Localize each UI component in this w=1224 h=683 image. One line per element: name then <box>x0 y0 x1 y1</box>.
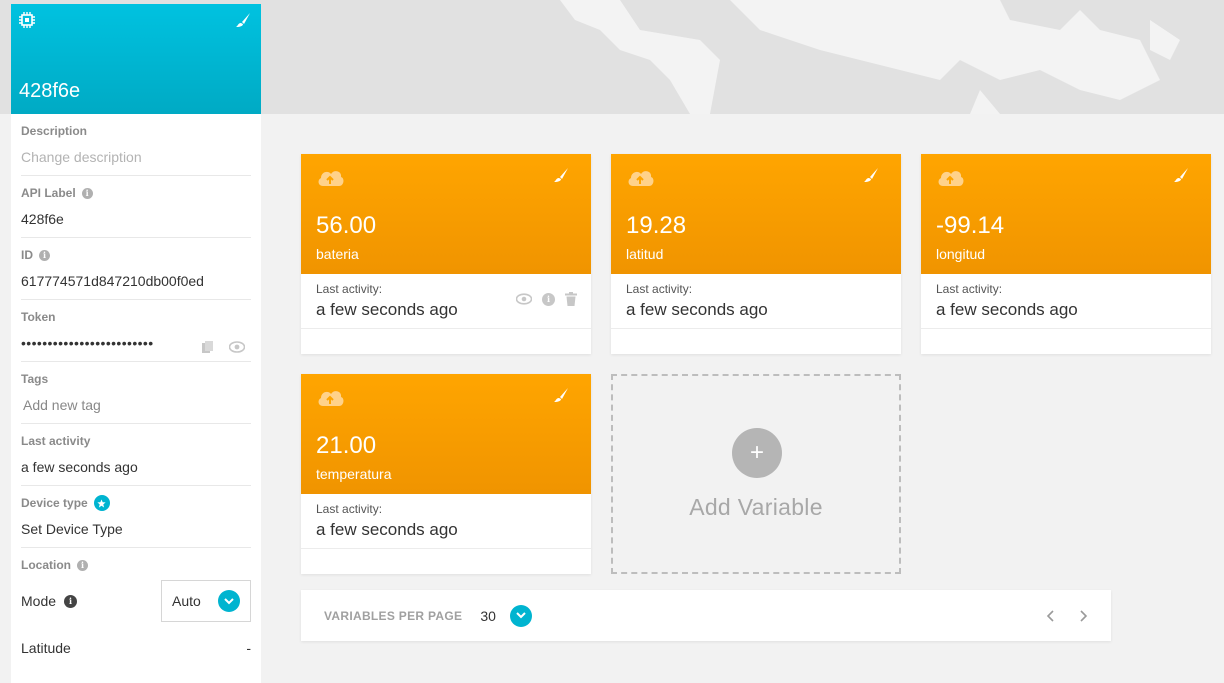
info-icon[interactable]: i <box>64 594 78 608</box>
eye-icon[interactable] <box>516 293 532 305</box>
brush-icon[interactable] <box>235 12 251 28</box>
cloud-upload-icon <box>318 171 344 186</box>
add-variable-button[interactable]: + Add Variable <box>611 374 901 574</box>
last-activity-label: Last activity: <box>936 282 1003 296</box>
info-icon[interactable]: i <box>39 249 50 261</box>
last-activity-value: a few seconds ago <box>21 459 138 475</box>
last-activity-value: a few seconds ago <box>626 300 768 319</box>
star-icon[interactable] <box>93 495 110 511</box>
add-variable-label: Add Variable <box>689 494 823 520</box>
brush-icon[interactable] <box>553 387 569 403</box>
cloud-upload-icon <box>628 171 654 186</box>
device-sidebar: 428f6e Description Change description AP… <box>11 4 261 683</box>
api-label-label: API Label <box>21 186 76 200</box>
description-input[interactable]: Change description <box>21 149 251 166</box>
variable-card[interactable]: -99.14 longitud Last activity: a few sec… <box>921 154 1211 354</box>
add-tag-input[interactable]: Add new tag <box>21 397 251 414</box>
chevron-right-icon[interactable] <box>1078 609 1088 623</box>
api-label-value[interactable]: 428f6e <box>21 211 251 228</box>
last-activity-label: Last activity: <box>626 282 693 296</box>
variable-name: longitud <box>936 246 986 262</box>
token-label: Token <box>21 310 56 324</box>
variable-value: 56.00 <box>316 212 377 239</box>
brush-icon[interactable] <box>1173 167 1189 183</box>
mode-value: Auto <box>172 593 201 609</box>
description-label: Description <box>21 124 88 138</box>
variable-card[interactable]: 19.28 latitud Last activity: a few secon… <box>611 154 901 354</box>
last-activity-value: a few seconds ago <box>936 300 1078 319</box>
variable-name: bateria <box>316 246 359 262</box>
mode-select[interactable]: Auto <box>161 580 251 622</box>
tags-field: Tags Add new tag <box>21 362 251 424</box>
chevron-down-icon <box>218 590 240 612</box>
info-icon[interactable]: i <box>542 292 555 306</box>
device-name: 428f6e <box>19 80 81 102</box>
plus-icon: + <box>732 428 782 478</box>
variable-card[interactable]: 21.00 temperatura Last activity: a few s… <box>301 374 591 574</box>
copy-icon[interactable] <box>201 340 215 354</box>
id-value: 617774571d847210db00f0ed <box>21 273 204 289</box>
location-field: Location i <box>21 548 251 576</box>
last-activity-label: Last activity <box>21 434 91 448</box>
variable-value: 19.28 <box>626 212 687 239</box>
tags-label: Tags <box>21 372 49 386</box>
brush-icon[interactable] <box>863 167 879 183</box>
pagination-bar: VARIABLES PER PAGE 30 <box>301 590 1111 641</box>
chevron-down-icon[interactable] <box>509 604 532 627</box>
cloud-upload-icon <box>318 391 344 406</box>
last-activity-value: a few seconds ago <box>316 520 458 539</box>
eye-icon[interactable] <box>229 340 245 354</box>
token-field: Token ••••••••••••••••••••••••• <box>21 300 251 362</box>
latitude-value[interactable]: - <box>246 640 251 656</box>
mode-row: Mode i Auto <box>21 576 251 626</box>
latitude-label: Latitude <box>21 640 71 656</box>
variable-card[interactable]: 56.00 bateria Last activity: a few secon… <box>301 154 591 354</box>
variable-name: latitud <box>626 246 664 262</box>
device-header: 428f6e <box>11 4 261 114</box>
device-type-field: Device type Set Device Type <box>21 486 251 548</box>
variable-value: -99.14 <box>936 212 1005 239</box>
variable-name: temperatura <box>316 466 392 482</box>
variables-per-page-label: VARIABLES PER PAGE <box>324 608 463 623</box>
last-activity-label: Last activity: <box>316 502 383 516</box>
cloud-upload-icon <box>938 171 964 186</box>
api-label-field: API Label i 428f6e <box>21 176 251 238</box>
trash-icon[interactable] <box>565 292 577 306</box>
last-activity-field: Last activity a few seconds ago <box>21 424 251 486</box>
device-type-label: Device type <box>21 496 88 510</box>
chevron-left-icon[interactable] <box>1046 609 1056 623</box>
info-icon[interactable]: i <box>77 559 88 571</box>
id-field: ID i 617774571d847210db00f0ed <box>21 238 251 300</box>
variables-per-page-value[interactable]: 30 <box>480 608 496 624</box>
brush-icon[interactable] <box>553 167 569 183</box>
variable-value: 21.00 <box>316 432 377 459</box>
id-label: ID <box>21 248 33 262</box>
mode-label: Mode <box>21 593 57 609</box>
info-icon[interactable]: i <box>81 187 93 199</box>
latitude-row: Latitude - <box>21 640 251 656</box>
location-label: Location <box>21 558 71 572</box>
set-device-type-link[interactable]: Set Device Type <box>21 521 251 538</box>
description-field: Description Change description <box>21 114 251 176</box>
chip-icon <box>19 12 35 28</box>
